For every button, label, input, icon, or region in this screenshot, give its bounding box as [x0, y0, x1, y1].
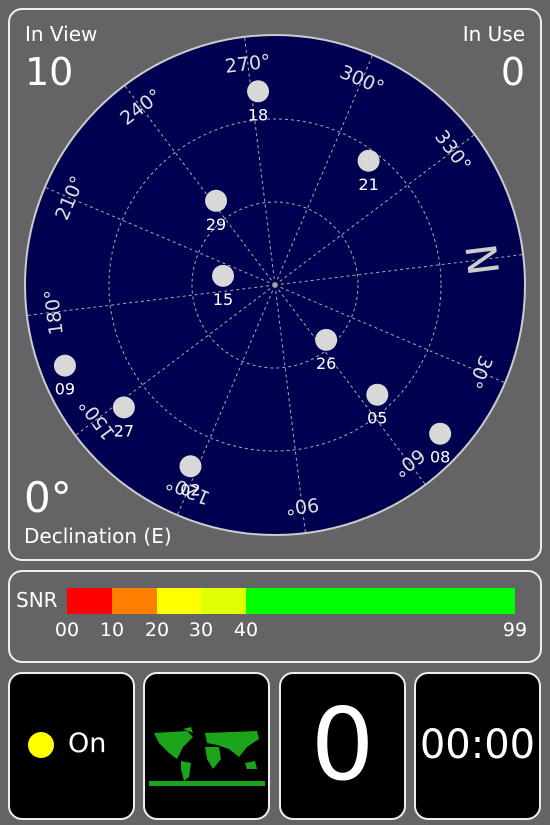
satellite-prn-label: 29 — [206, 215, 226, 234]
satellite-prn-label: 27 — [114, 421, 134, 440]
snr-bar — [67, 588, 515, 614]
satellite-dot — [212, 264, 235, 287]
fix-count-tile[interactable]: 0 — [279, 672, 406, 820]
satellite-dot — [247, 80, 270, 103]
sky-plot: N30°60°90°120°150°180°210°240°270° 300°33… — [24, 34, 526, 536]
bearing-label: 90° — [284, 493, 320, 519]
snr-segment — [201, 588, 247, 614]
snr-segment — [246, 588, 515, 614]
satellite-dot — [357, 149, 380, 172]
snr-label: SNR — [16, 588, 58, 612]
satellite-prn-label: 15 — [213, 290, 233, 309]
satellite-dot — [366, 383, 389, 406]
satellite-prn-label: 08 — [430, 448, 450, 467]
satellite-prn-label: 18 — [248, 105, 268, 124]
snr-tick-label: 20 — [144, 619, 170, 641]
snr-tick-label: 99 — [502, 619, 528, 641]
satellite-dot — [179, 455, 202, 478]
snr-tick-label: 00 — [54, 619, 80, 641]
declination-value: 0° — [24, 473, 72, 522]
satellite-dot — [112, 396, 135, 419]
snr-segment — [156, 588, 202, 614]
satellite-dot — [205, 189, 228, 212]
snr-segment — [111, 588, 157, 614]
world-map-icon — [149, 727, 265, 786]
world-map-tile[interactable] — [143, 672, 270, 820]
timer-value: 00:00 — [419, 722, 536, 768]
snr-segment — [67, 588, 112, 614]
fix-count-value: 0 — [310, 686, 375, 803]
north-label: N — [455, 241, 507, 278]
satellite-prn-label: 05 — [367, 409, 387, 428]
gps-indicator-icon — [28, 732, 54, 758]
snr-tick-label: 40 — [233, 619, 259, 641]
satellite-prn-label: 21 — [358, 175, 378, 194]
satellite-prn-label: 02 — [180, 480, 200, 499]
gps-status-text: On — [68, 728, 107, 759]
snr-tick-label: 10 — [99, 619, 125, 641]
satellite-prn-label: 26 — [316, 354, 336, 373]
declination-label: Declination (E) — [24, 524, 172, 548]
snr-panel: SNR 00 10 20 30 40 99 — [8, 570, 542, 663]
gps-status-tile[interactable]: On — [8, 672, 135, 820]
timer-tile[interactable]: 00:00 — [414, 672, 541, 820]
satellite-prn-label: 09 — [55, 380, 75, 399]
snr-tick-label: 30 — [188, 619, 214, 641]
satellite-dot — [315, 328, 338, 351]
satellite-dot — [429, 422, 452, 445]
satellite-dot — [53, 354, 76, 377]
